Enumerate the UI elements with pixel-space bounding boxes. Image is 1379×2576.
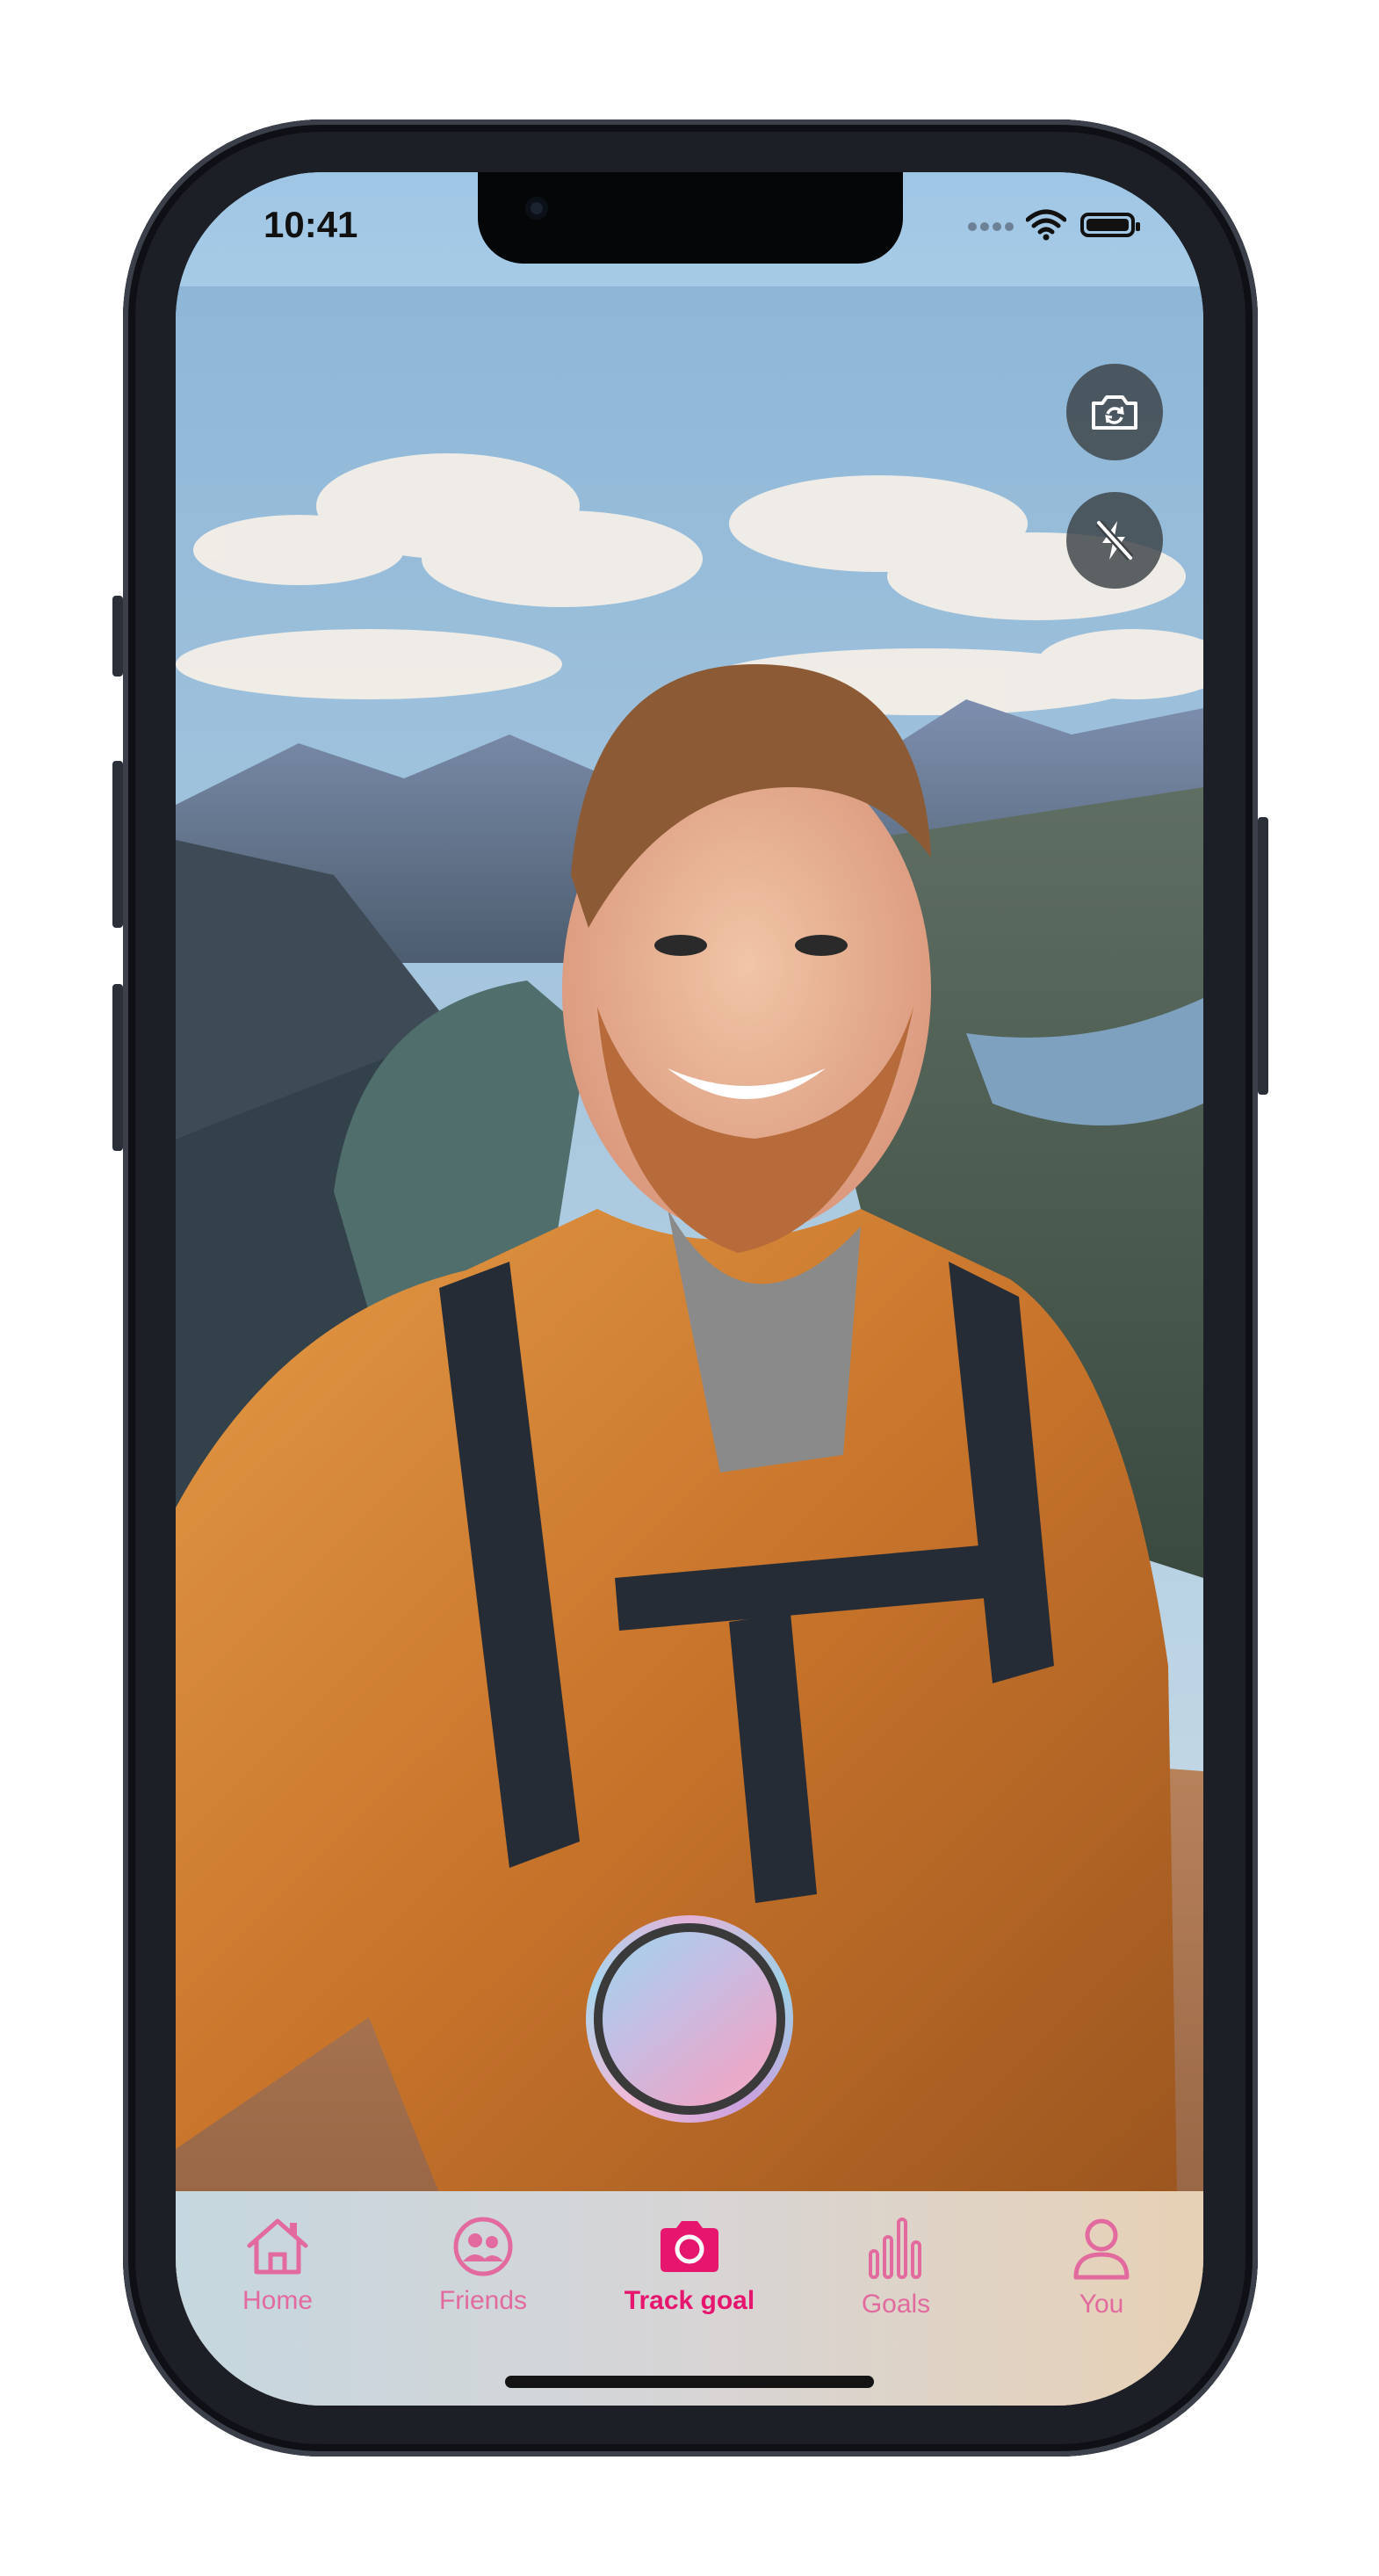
tab-home[interactable]: Home	[199, 2216, 357, 2316]
tab-track-goal-label: Track goal	[624, 2286, 755, 2315]
flash-off-icon	[1095, 519, 1134, 561]
tab-you-label: You	[1079, 2290, 1124, 2319]
tab-goals[interactable]: Goals	[817, 2216, 975, 2319]
profile-icon	[1073, 2218, 1130, 2280]
tab-track-goal[interactable]: Track goal	[610, 2216, 769, 2316]
camera-icon	[661, 2221, 718, 2272]
tab-goals-label: Goals	[861, 2290, 931, 2319]
wifi-icon	[1025, 209, 1067, 245]
battery-icon	[1080, 213, 1140, 237]
shutter-button[interactable]	[586, 1915, 793, 2123]
friends-icon	[453, 2217, 513, 2276]
tab-bar: Home Friends Track goal Goals You	[176, 2191, 1203, 2406]
tab-friends[interactable]: Friends	[404, 2216, 562, 2316]
home-indicator[interactable]	[505, 2376, 874, 2388]
screen: 10:41 Home Friends Track goal Goals You	[176, 172, 1203, 2406]
signal-icon	[968, 220, 1017, 235]
volume-up-button	[112, 761, 123, 928]
flip-camera-icon	[1092, 395, 1137, 430]
tab-home-label: Home	[242, 2286, 314, 2315]
home-icon	[247, 2218, 308, 2275]
status-time: 10:41	[264, 204, 358, 245]
silent-switch	[112, 596, 123, 677]
flip-camera-button[interactable]	[1066, 364, 1163, 460]
flash-off-button[interactable]	[1066, 492, 1163, 589]
tab-you[interactable]: You	[1022, 2216, 1180, 2319]
power-button	[1258, 817, 1268, 1095]
shutter-ring	[594, 1923, 785, 2115]
bar-chart-icon	[869, 2218, 921, 2279]
volume-down-button	[112, 984, 123, 1151]
tab-friends-label: Friends	[438, 2286, 528, 2315]
shutter-inner	[603, 1932, 776, 2106]
notch	[478, 172, 903, 264]
